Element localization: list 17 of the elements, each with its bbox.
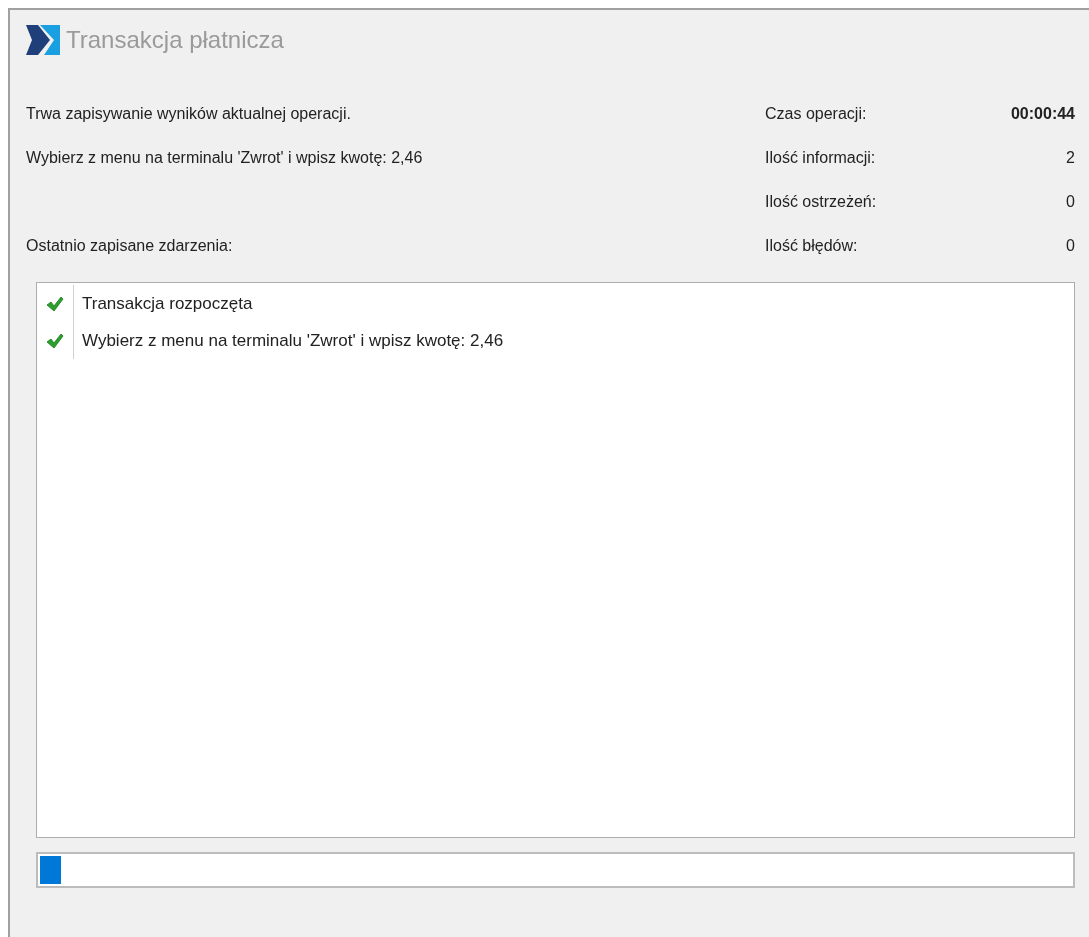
checkmark-icon: [46, 331, 64, 350]
window-title: Transakcja płatnicza: [66, 25, 284, 55]
stat-value: 2: [1066, 148, 1075, 168]
stat-label: Czas operacji:: [765, 104, 867, 124]
checkmark-icon: [46, 294, 64, 313]
logo-icon: [26, 25, 60, 55]
event-text: Transakcja rozpoczęta: [81, 292, 253, 315]
event-text: Wybierz z menu na terminalu 'Zwrot' i wpisz kwotę: 2,46: [81, 329, 504, 352]
stat-label: Ilość informacji:: [765, 148, 876, 168]
stat-value: 00:00:44: [1010, 104, 1075, 124]
status-message: Trwa zapisywanie wyników aktualnej operacji.: [26, 104, 351, 124]
stat-value: 0: [1066, 236, 1075, 256]
stat-value: 0: [1066, 192, 1075, 212]
stat-label: Ilość ostrzeżeń:: [765, 192, 877, 212]
status-message: Wybierz z menu na terminalu 'Zwrot' i wpisz kwotę: 2,46: [26, 148, 423, 168]
events-label: Ostatnio zapisane zdarzenia:: [26, 236, 233, 256]
stat-label: Ilość błędów:: [765, 236, 858, 256]
